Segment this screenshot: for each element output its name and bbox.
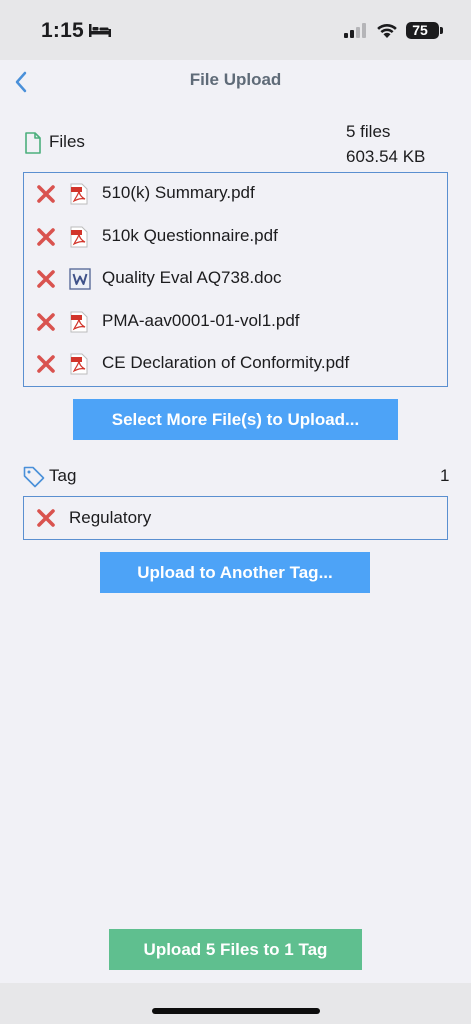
file-list: 510(k) Summary.pdf 510k Questionnaire.pd… [23,172,448,387]
home-indicator[interactable] [152,1008,320,1014]
pdf-icon [70,226,88,248]
remove-icon[interactable] [36,354,56,374]
battery-nub [440,27,443,34]
file-name: 510(k) Summary.pdf [102,183,255,202]
file-name: PMA-aav0001-01-vol1.pdf [102,311,300,330]
file-name: CE Declaration of Conformity.pdf [102,353,350,372]
tag-section-label: Tag [49,466,77,485]
tag-icon [23,466,45,488]
file-name: 510k Questionnaire.pdf [102,226,278,245]
file-row: 510(k) Summary.pdf [24,173,447,215]
file-row: 510k Questionnaire.pdf [24,216,447,258]
battery-indicator: 75 [406,22,439,39]
file-row: CE Declaration of Conformity.pdf [24,343,447,385]
remove-icon[interactable] [36,184,56,204]
home-bar-area [0,983,471,1024]
upload-to-another-tag-button[interactable]: Upload to Another Tag... [100,552,370,593]
select-more-files-button[interactable]: Select More File(s) to Upload... [73,399,398,440]
pdf-icon [70,183,88,205]
signal-icon [344,23,366,38]
remove-icon[interactable] [36,312,56,332]
file-name: Quality Eval AQ738.doc [102,268,282,287]
status-time: 1:15 [41,19,84,42]
file-row: PMA-aav0001-01-vol1.pdf [24,301,447,343]
remove-icon[interactable] [36,269,56,289]
wifi-icon [377,23,397,38]
file-icon [25,132,41,154]
files-count: 5 files [346,122,391,141]
upload-files-button[interactable]: Upload 5 Files to 1 Tag [109,929,362,970]
pdf-icon [70,311,88,333]
pdf-icon [70,353,88,375]
files-section-label: Files [49,132,85,151]
tag-count: 1 [440,466,450,485]
files-size: 603.54 KB [346,147,426,166]
word-doc-icon [69,268,91,290]
file-row: Quality Eval AQ738.doc [24,258,447,300]
tag-name: Regulatory [69,508,152,527]
remove-icon[interactable] [36,227,56,247]
tag-list: Regulatory [23,496,448,540]
bed-icon [89,24,111,37]
files-summary: 5 files 603.54 KB [346,119,425,169]
battery-level: 75 [412,22,428,38]
remove-icon[interactable] [36,508,56,528]
page-title: File Upload [189,70,282,89]
